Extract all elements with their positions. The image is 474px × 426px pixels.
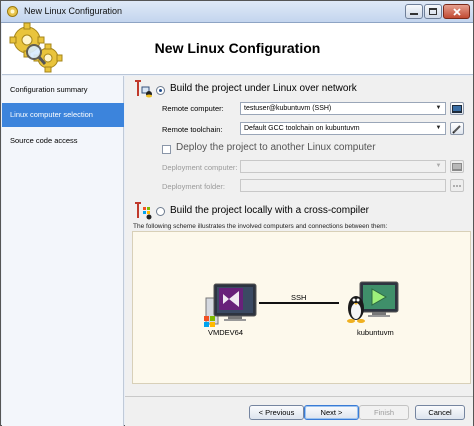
ssh-connection-line [259, 302, 339, 304]
remote-computer-value: testuser@kubuntuvm (SSH) [244, 105, 332, 112]
finish-button[interactable]: Finish [359, 405, 409, 420]
ellipsis-icon [453, 184, 461, 187]
linux-computer-icon [347, 281, 399, 323]
browse-folder-button[interactable] [450, 179, 464, 192]
linux-network-icon [135, 80, 152, 98]
deploy-checkbox[interactable] [162, 145, 171, 154]
remote-toolchain-value: Default GCC toolchain on kubuntuvm [244, 125, 360, 132]
close-icon [452, 7, 461, 16]
cross-compiler-icon [135, 202, 152, 220]
footer-divider [125, 396, 473, 397]
gear-icon [7, 6, 18, 17]
minimize-icon [410, 12, 418, 15]
remote-toolchain-select[interactable]: Default GCC toolchain on kubuntuvm ▼ [240, 122, 446, 135]
deploy-label: Deploy the project to another Linux comp… [176, 142, 376, 153]
next-button[interactable]: Next > [304, 405, 359, 420]
window-title: New Linux Configuration [24, 6, 123, 16]
manage-computers-button[interactable] [450, 102, 464, 115]
deployment-computer-label: Deployment computer: [162, 163, 238, 172]
remote-toolchain-label: Remote toolchain: [162, 125, 223, 134]
deployment-computer-select[interactable]: ▼ [240, 160, 446, 173]
maximize-icon [429, 8, 437, 15]
remote-computer-name: kubuntuvm [357, 328, 394, 337]
connection-label: SSH [291, 293, 307, 302]
previous-button[interactable]: < Previous [249, 405, 304, 420]
remote-computer-select[interactable]: testuser@kubuntuvm (SSH) ▼ [240, 102, 446, 115]
chevron-down-icon: ▼ [435, 105, 442, 111]
minimize-button[interactable] [405, 4, 423, 19]
network-build-radio[interactable] [156, 86, 165, 95]
pencil-icon [452, 124, 461, 134]
page-title: New Linux Configuration [154, 40, 321, 56]
connection-scheme [132, 231, 471, 384]
windows-vs-computer-icon [204, 283, 257, 327]
wizard-window: New Linux Configuration New Linux Config… [0, 0, 474, 426]
terminal-icon [452, 162, 462, 171]
scheme-description: The following scheme illustrates the inv… [133, 223, 388, 230]
sidebar-item-linux-computer-selection[interactable]: Linux computer selection [2, 103, 124, 127]
edit-toolchain-button[interactable] [450, 122, 464, 135]
title-bar: New Linux Configuration [1, 1, 473, 23]
cross-compiler-label: Build the project locally with a cross-c… [170, 205, 369, 216]
deployment-folder-label: Deployment folder: [162, 182, 225, 191]
remote-computer-label: Remote computer: [162, 104, 224, 113]
chevron-down-icon: ▼ [435, 163, 442, 169]
chevron-down-icon: ▼ [435, 125, 442, 131]
sidebar-item-source-code-access[interactable]: Source code access [2, 129, 124, 153]
wizard-sidebar: Configuration summary Linux computer sel… [2, 76, 124, 426]
terminal-icon [452, 104, 462, 113]
close-button[interactable] [443, 4, 470, 19]
local-computer-name: VMDEV64 [208, 328, 244, 337]
maximize-button[interactable] [424, 4, 442, 19]
wizard-header: New Linux Configuration [2, 22, 473, 75]
sidebar-item-configuration-summary[interactable]: Configuration summary [2, 78, 124, 102]
deployment-folder-input[interactable] [240, 179, 446, 192]
manage-deployment-computers-button[interactable] [450, 160, 464, 173]
network-build-label: Build the project under Linux over netwo… [170, 83, 357, 94]
cancel-button[interactable]: Cancel [415, 405, 465, 420]
cross-compiler-radio[interactable] [156, 207, 165, 216]
